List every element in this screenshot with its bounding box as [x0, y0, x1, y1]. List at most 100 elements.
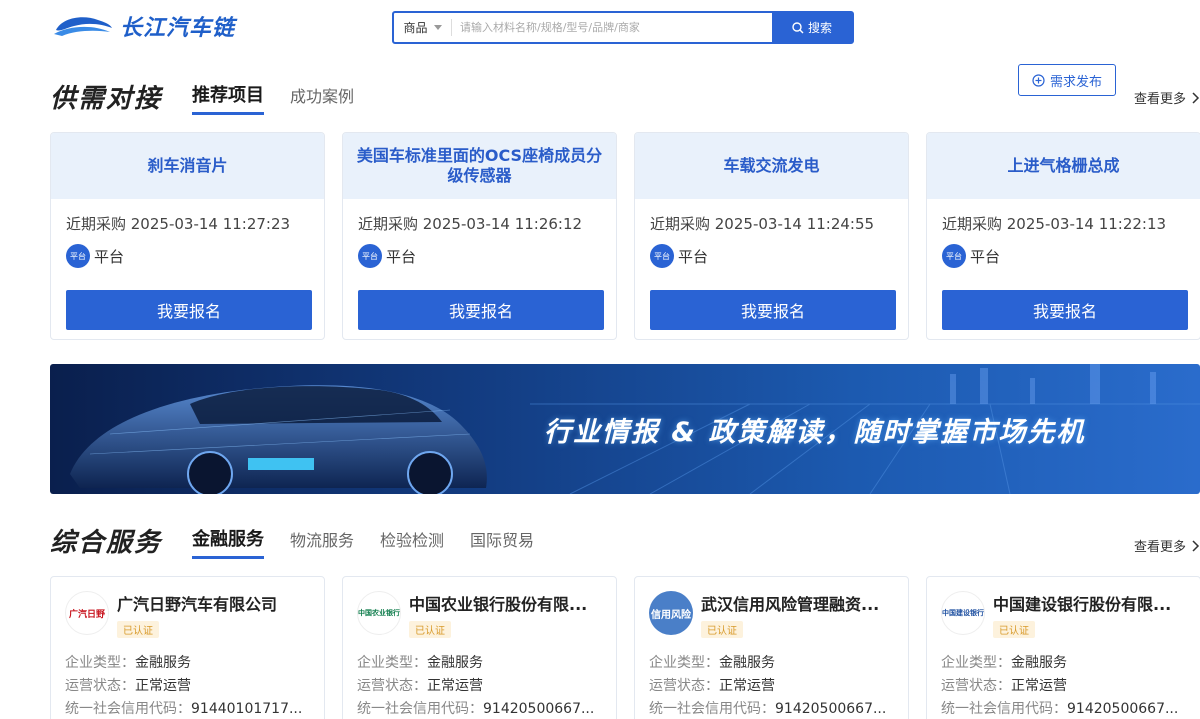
platform-label: 平台: [94, 247, 125, 266]
services-tabs: 金融服务 物流服务 检验检测 国际贸易: [192, 525, 534, 559]
tab-logistics[interactable]: 物流服务: [290, 527, 354, 559]
credit-code: 91420500667...: [1067, 701, 1179, 717]
tab-success-cases[interactable]: 成功案例: [290, 83, 354, 115]
service-card[interactable]: 中国建设银行 中国建设银行股份有限... 已认证 企业类型：金融服务 运营状态：…: [926, 576, 1200, 719]
signup-button[interactable]: 我要报名: [358, 290, 604, 330]
supply-card-header: 美国车标准里面的OCS座椅成员分级传感器: [343, 133, 616, 199]
search-button[interactable]: 搜索: [772, 13, 852, 42]
field-label: 企业类型：: [65, 655, 135, 671]
supply-card-date: 近期采购 2025-03-14 11:27:23: [66, 215, 291, 233]
supply-card-platform: 平台 平台: [358, 244, 602, 268]
search-icon: [792, 21, 804, 33]
signup-button[interactable]: 我要报名: [942, 290, 1188, 330]
supply-card-title[interactable]: 美国车标准里面的OCS座椅成员分级传感器: [355, 146, 604, 186]
certified-badge: 已认证: [701, 621, 743, 638]
tab-finance[interactable]: 金融服务: [192, 525, 265, 559]
supply-more-label: 查看更多: [1133, 92, 1186, 107]
site-logo[interactable]: 长江汽车链: [52, 10, 235, 42]
search-category-select[interactable]: 商品: [394, 19, 452, 36]
supply-section-header: 供需对接 推荐项目 成功案例 需求发布 查看更多: [50, 64, 1200, 115]
platform-badge-icon: 平台: [942, 244, 966, 268]
publish-demand-button[interactable]: 需求发布: [1018, 64, 1116, 96]
supply-card-title[interactable]: 车载交流发电: [723, 156, 819, 176]
supply-card: 美国车标准里面的OCS座椅成员分级传感器 近期采购 2025-03-14 11:…: [342, 132, 617, 340]
field-label: 运营状态：: [65, 678, 135, 694]
service-card-list: 广汽日野 广汽日野汽车有限公司 已认证 企业类型：金融服务 运营状态：正常运营 …: [50, 576, 1200, 719]
search-category-label: 商品: [403, 21, 428, 35]
platform-label: 平台: [970, 247, 1001, 266]
certified-badge: 已认证: [993, 621, 1035, 638]
chevron-right-icon: [1192, 91, 1200, 104]
company-logo: 中国建设银行: [941, 591, 985, 635]
platform-badge-icon: 平台: [66, 244, 90, 268]
company-name[interactable]: 中国农业银行股份有限...: [409, 591, 609, 615]
company-logo: 信用风险: [649, 591, 693, 635]
supply-card-title[interactable]: 上进气格栅总成: [1007, 156, 1119, 176]
platform-label: 平台: [678, 247, 709, 266]
company-name[interactable]: 中国建设银行股份有限...: [993, 591, 1193, 615]
supply-card: 车载交流发电 近期采购 2025-03-14 11:24:55 平台 平台 我要…: [634, 132, 909, 340]
supply-card-title[interactable]: 刹车消音片: [147, 156, 227, 176]
publish-demand-label: 需求发布: [1049, 74, 1102, 90]
company-type: 金融服务: [1011, 655, 1067, 671]
chevron-right-icon: [1192, 539, 1200, 552]
field-label: 统一社会信用代码：: [649, 701, 775, 717]
promo-banner[interactable]: 行业情报 & 政策解读，随时掌握市场先机: [50, 364, 1200, 494]
tab-recommended[interactable]: 推荐项目: [192, 81, 265, 115]
car-logo-icon: [54, 17, 112, 36]
supply-card-platform: 平台 平台: [66, 244, 310, 268]
operating-status: 正常运营: [135, 678, 191, 694]
company-logo: 中国农业银行: [357, 591, 401, 635]
company-logo: 广汽日野: [65, 591, 109, 635]
signup-button[interactable]: 我要报名: [650, 290, 896, 330]
supply-card-header: 车载交流发电: [635, 133, 908, 199]
services-section-header: 综合服务 金融服务 物流服务 检验检测 国际贸易 查看更多: [50, 522, 1200, 559]
supply-card-platform: 平台 平台: [650, 244, 894, 268]
services-more-label: 查看更多: [1133, 540, 1186, 555]
supply-card-date: 近期采购 2025-03-14 11:26:12: [358, 215, 583, 233]
field-label: 运营状态：: [941, 678, 1011, 694]
operating-status: 正常运营: [719, 678, 775, 694]
operating-status: 正常运营: [1011, 678, 1067, 694]
tab-trade[interactable]: 国际贸易: [470, 527, 534, 559]
platform-badge-icon: 平台: [650, 244, 674, 268]
field-label: 企业类型：: [649, 655, 719, 671]
services-section-title: 综合服务: [50, 528, 163, 558]
field-label: 统一社会信用代码：: [357, 701, 483, 717]
supply-card-list: 刹车消音片 近期采购 2025-03-14 11:27:23 平台 平台 我要报…: [50, 132, 1200, 340]
logo-text: 长江汽车链: [120, 16, 236, 41]
supply-card-header: 上进气格栅总成: [927, 133, 1200, 199]
supply-card-date: 近期采购 2025-03-14 11:24:55: [650, 215, 875, 233]
search-input[interactable]: [452, 13, 772, 42]
services-more-link[interactable]: 查看更多: [1134, 536, 1200, 555]
certified-badge: 已认证: [117, 621, 159, 638]
company-name[interactable]: 广汽日野汽车有限公司: [117, 591, 317, 615]
supply-card: 刹车消音片 近期采购 2025-03-14 11:27:23 平台 平台 我要报…: [50, 132, 325, 340]
supply-section-title: 供需对接: [50, 84, 163, 114]
field-label: 企业类型：: [941, 655, 1011, 671]
platform-label: 平台: [386, 247, 417, 266]
company-name[interactable]: 武汉信用风险管理融资...: [701, 591, 901, 615]
certified-badge: 已认证: [409, 621, 451, 638]
supply-card-header: 刹车消音片: [51, 133, 324, 199]
field-label: 运营状态：: [357, 678, 427, 694]
field-label: 统一社会信用代码：: [65, 701, 191, 717]
field-label: 运营状态：: [649, 678, 719, 694]
search-button-label: 搜索: [807, 21, 832, 35]
supply-more-link[interactable]: 查看更多: [1134, 88, 1200, 107]
supply-card: 上进气格栅总成 近期采购 2025-03-14 11:22:13 平台 平台 我…: [926, 132, 1200, 340]
service-card[interactable]: 中国农业银行 中国农业银行股份有限... 已认证 企业类型：金融服务 运营状态：…: [342, 576, 617, 719]
caret-down-icon: [433, 25, 442, 30]
credit-code: 91420500667...: [775, 701, 887, 717]
company-type: 金融服务: [427, 655, 483, 671]
credit-code: 91420500667...: [483, 701, 595, 717]
service-card[interactable]: 信用风险 武汉信用风险管理融资... 已认证 企业类型：金融服务 运营状态：正常…: [634, 576, 909, 719]
service-card[interactable]: 广汽日野 广汽日野汽车有限公司 已认证 企业类型：金融服务 运营状态：正常运营 …: [50, 576, 325, 719]
supply-tabs: 推荐项目 成功案例: [192, 81, 354, 115]
platform-badge-icon: 平台: [358, 244, 382, 268]
banner-headline: 行业情报 & 政策解读，随时掌握市场先机: [544, 417, 1086, 448]
field-label: 统一社会信用代码：: [941, 701, 1067, 717]
signup-button[interactable]: 我要报名: [66, 290, 312, 330]
tab-inspection[interactable]: 检验检测: [380, 527, 444, 559]
company-type: 金融服务: [719, 655, 775, 671]
